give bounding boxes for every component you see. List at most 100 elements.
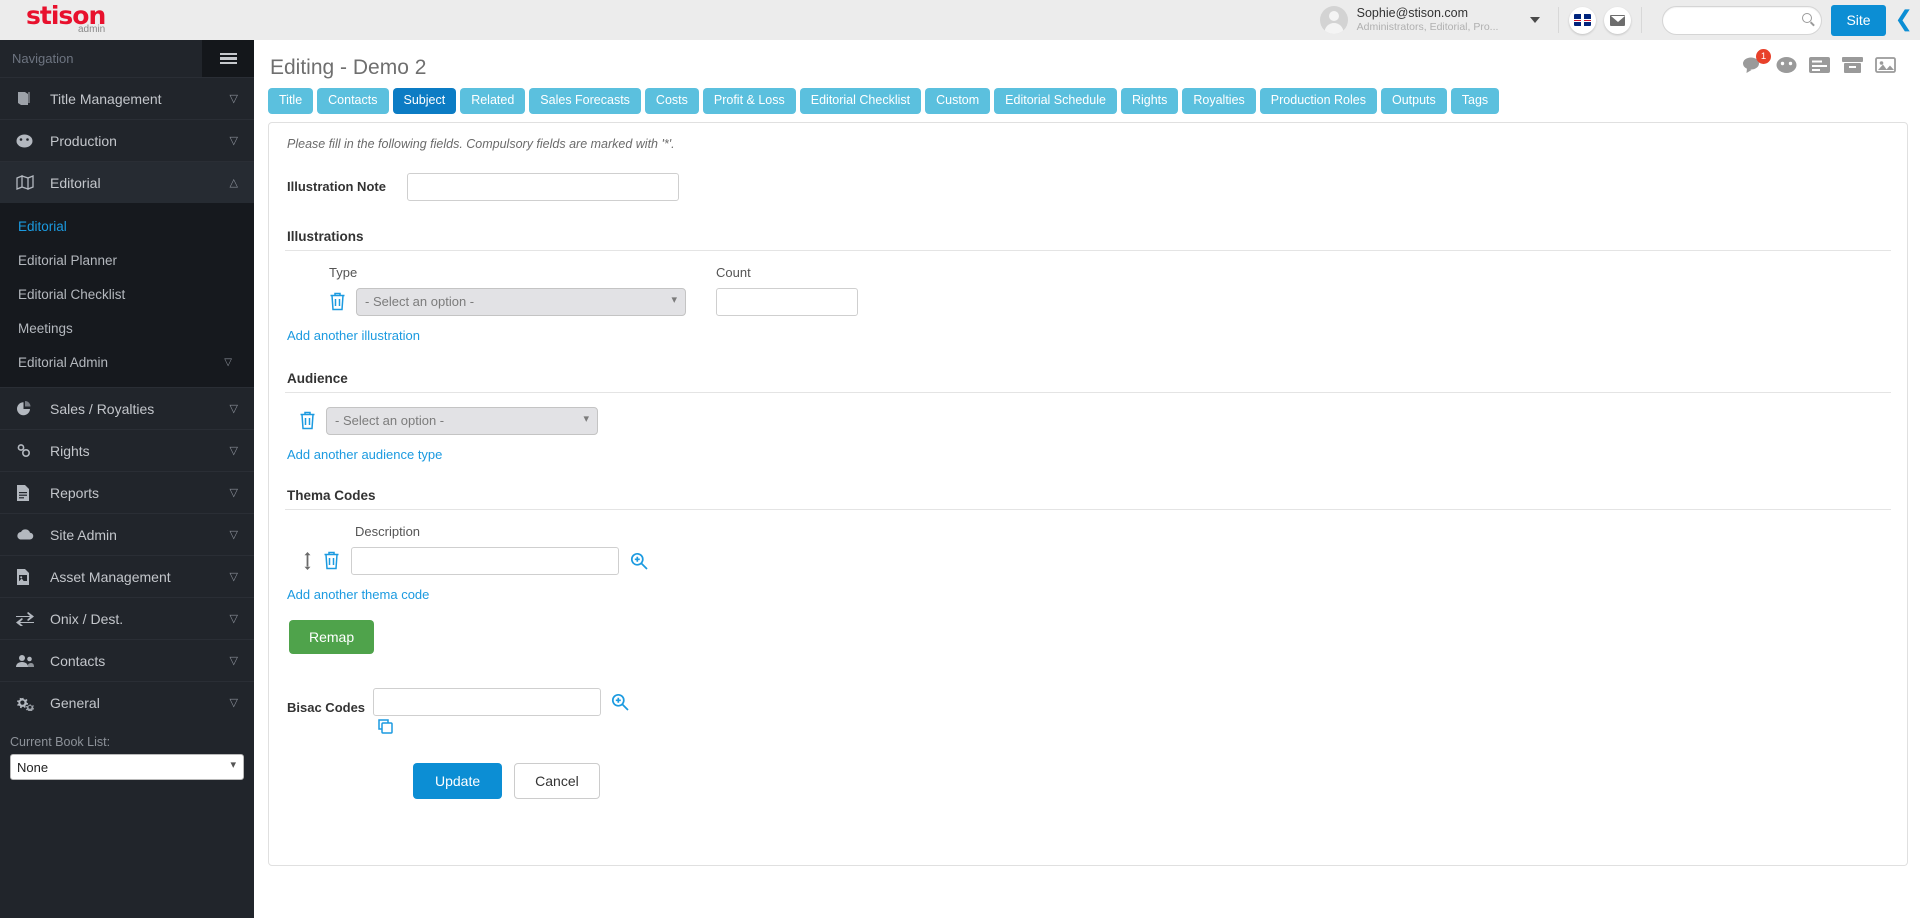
illustration-count-label: Count xyxy=(716,265,858,280)
sidebar-item-production[interactable]: Production ▽ xyxy=(0,119,254,161)
chevron-up-icon: △ xyxy=(230,176,238,189)
brand-name: stison xyxy=(26,5,254,27)
sidebar-subitem-editorial-admin[interactable]: Editorial Admin ▽ xyxy=(0,345,254,379)
archive-icon[interactable] xyxy=(1842,56,1863,74)
uk-flag-icon xyxy=(1574,14,1591,26)
sidebar-item-site-admin[interactable]: Site Admin ▽ xyxy=(0,513,254,555)
sidebar-item-label: Site Admin xyxy=(50,527,117,543)
bisac-codes-label: Bisac Codes xyxy=(287,688,373,715)
global-search xyxy=(1662,6,1822,35)
chevron-down-icon: ▽ xyxy=(230,486,238,499)
gauge-icon xyxy=(16,133,40,148)
illustration-type-select[interactable]: - Select an option - xyxy=(356,288,686,316)
sidebar-item-editorial[interactable]: Editorial △ xyxy=(0,161,254,203)
book-icon xyxy=(16,91,40,106)
sidebar-subitem-editorial-planner[interactable]: Editorial Planner xyxy=(0,243,254,277)
sidebar-item-rights[interactable]: Rights ▽ xyxy=(0,429,254,471)
tab-editorial-schedule[interactable]: Editorial Schedule xyxy=(994,88,1117,114)
tab-production-roles[interactable]: Production Roles xyxy=(1260,88,1377,114)
remap-button[interactable]: Remap xyxy=(289,620,374,654)
navigation-label: Navigation xyxy=(12,51,73,66)
sidebar-item-general[interactable]: General ▽ xyxy=(0,681,254,723)
chevron-down-icon: ▽ xyxy=(230,696,238,709)
tab-profit-loss[interactable]: Profit & Loss xyxy=(703,88,796,114)
magnifier-plus-icon[interactable] xyxy=(630,552,648,570)
audience-title: Audience xyxy=(287,371,1891,386)
chevron-left-icon[interactable]: ❮ xyxy=(1895,9,1913,31)
messages-button[interactable] xyxy=(1604,7,1631,34)
current-book-list-label: Current Book List: xyxy=(10,735,244,749)
sidebar-subitem-editorial-checklist[interactable]: Editorial Checklist xyxy=(0,277,254,311)
sidebar: Navigation Title Management ▽ Production xyxy=(0,40,254,918)
section-divider xyxy=(285,392,1891,393)
delete-illustration-button[interactable] xyxy=(329,292,346,311)
sidebar-item-asset-management[interactable]: Asset Management ▽ xyxy=(0,555,254,597)
search-input[interactable] xyxy=(1662,6,1822,35)
copy-icon[interactable] xyxy=(377,718,1891,735)
sidebar-subitem-editorial[interactable]: Editorial xyxy=(0,209,254,243)
tab-subject[interactable]: Subject xyxy=(393,88,457,114)
list-icon[interactable] xyxy=(1809,56,1830,74)
editorial-submenu: Editorial Editorial Planner Editorial Ch… xyxy=(0,203,254,387)
sidebar-item-title-management[interactable]: Title Management ▽ xyxy=(0,77,254,119)
tab-editorial-checklist[interactable]: Editorial Checklist xyxy=(800,88,921,114)
illustration-note-label: Illustration Note xyxy=(287,179,387,194)
bisac-codes-input[interactable] xyxy=(373,688,601,716)
tab-custom[interactable]: Custom xyxy=(925,88,990,114)
brand-logo[interactable]: stison admin xyxy=(0,0,254,40)
add-illustration-link[interactable]: Add another illustration xyxy=(287,328,1891,343)
tab-tags[interactable]: Tags xyxy=(1451,88,1499,114)
tab-royalties[interactable]: Royalties xyxy=(1182,88,1255,114)
search-icon[interactable] xyxy=(1802,13,1812,23)
comments-icon[interactable]: 1 xyxy=(1743,56,1764,74)
gauge-icon[interactable] xyxy=(1776,56,1797,74)
current-book-list-select[interactable]: None xyxy=(10,754,244,780)
illustrations-title: Illustrations xyxy=(287,229,1891,244)
sidebar-item-sales-royalties[interactable]: Sales / Royalties ▽ xyxy=(0,387,254,429)
user-info: Sophie@stison.com Administrators, Editor… xyxy=(1357,7,1499,33)
cancel-button[interactable]: Cancel xyxy=(514,763,600,799)
content-header-icons: 1 xyxy=(1743,56,1896,74)
form-hint: Please fill in the following fields. Com… xyxy=(287,137,1891,151)
tab-sales-forecasts[interactable]: Sales Forecasts xyxy=(529,88,641,114)
language-button[interactable] xyxy=(1569,7,1596,34)
drag-handle-icon[interactable] xyxy=(303,552,312,570)
pie-chart-icon xyxy=(16,401,40,416)
exchange-icon xyxy=(16,612,40,626)
sidebar-toggle-button[interactable] xyxy=(202,40,254,77)
delete-audience-button[interactable] xyxy=(299,411,316,430)
delete-thema-code-button[interactable] xyxy=(323,551,340,570)
tab-costs[interactable]: Costs xyxy=(645,88,699,114)
page-title: Editing - Demo 2 xyxy=(270,56,1908,80)
sidebar-subitem-label: Editorial Checklist xyxy=(18,287,125,302)
main-content: 1 xyxy=(254,40,1920,918)
image-icon[interactable] xyxy=(1875,56,1896,74)
illustrations-section: Illustrations Type - Select a xyxy=(285,229,1891,343)
audience-section: Audience - Select an option - Add anothe… xyxy=(285,371,1891,462)
audience-select[interactable]: - Select an option - xyxy=(326,407,598,435)
update-button[interactable]: Update xyxy=(413,763,502,799)
tab-outputs[interactable]: Outputs xyxy=(1381,88,1447,114)
tab-related[interactable]: Related xyxy=(460,88,525,114)
bisac-codes-row: Bisac Codes xyxy=(285,688,1891,716)
site-button[interactable]: Site xyxy=(1831,5,1885,36)
user-menu[interactable]: Sophie@stison.com Administrators, Editor… xyxy=(1320,6,1499,34)
sidebar-item-label: Editorial xyxy=(50,175,101,191)
tab-bar: Title Contacts Subject Related Sales For… xyxy=(268,88,1908,114)
magnifier-plus-icon[interactable] xyxy=(611,693,629,711)
sidebar-subitem-meetings[interactable]: Meetings xyxy=(0,311,254,345)
illustration-note-input[interactable] xyxy=(407,173,679,201)
sidebar-item-contacts[interactable]: Contacts ▽ xyxy=(0,639,254,681)
sidebar-item-label: Production xyxy=(50,133,117,149)
thema-description-input[interactable] xyxy=(351,547,619,575)
illustration-count-input[interactable] xyxy=(716,288,858,316)
tab-title[interactable]: Title xyxy=(268,88,313,114)
add-audience-link[interactable]: Add another audience type xyxy=(287,447,1891,462)
comments-badge: 1 xyxy=(1756,49,1771,64)
sidebar-item-onix-dest[interactable]: Onix / Dest. ▽ xyxy=(0,597,254,639)
chevron-down-icon[interactable] xyxy=(1530,17,1540,23)
tab-rights[interactable]: Rights xyxy=(1121,88,1178,114)
tab-contacts[interactable]: Contacts xyxy=(317,88,388,114)
sidebar-item-reports[interactable]: Reports ▽ xyxy=(0,471,254,513)
add-thema-code-link[interactable]: Add another thema code xyxy=(287,587,1891,602)
